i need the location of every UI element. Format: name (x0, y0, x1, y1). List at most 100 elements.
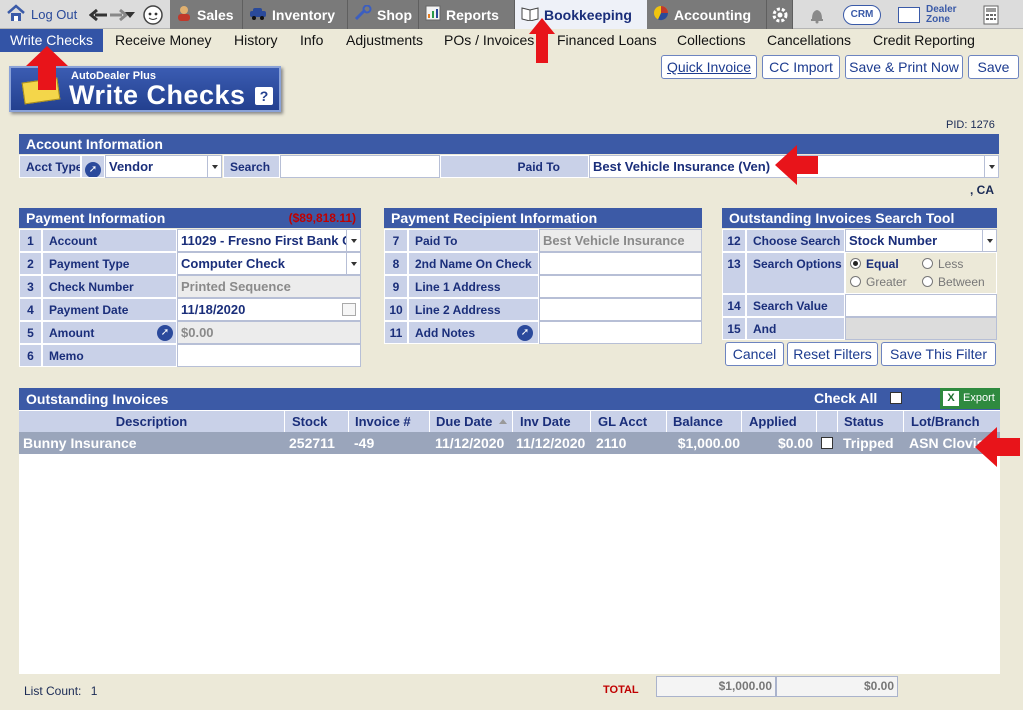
tab-sales[interactable]: Sales (170, 0, 243, 29)
calculator-icon[interactable] (983, 0, 1005, 29)
subnav-info[interactable]: Info (300, 29, 323, 52)
total-label: TOTAL (603, 684, 639, 696)
row-number: 9 (384, 275, 408, 298)
vendor-location: , CA (970, 183, 994, 197)
logout-link[interactable]: Log Out (0, 0, 88, 29)
and-label: And (746, 317, 845, 340)
search-value-input[interactable] (845, 294, 997, 317)
memo-input[interactable] (177, 344, 361, 367)
account-label: Account (42, 229, 177, 252)
arrow-circle-icon[interactable]: ➚ (157, 325, 173, 341)
second-name-input[interactable] (539, 252, 702, 275)
cell-status: Tripped (843, 435, 894, 451)
cancel-button[interactable]: Cancel (725, 342, 784, 366)
acct-type-lookup[interactable]: ➚ (81, 155, 105, 178)
history-dropdown-icon[interactable] (125, 0, 137, 29)
cc-import-button[interactable]: CC Import (762, 55, 840, 79)
crm-cloud-icon: CRM (843, 4, 881, 25)
subnav-collections[interactable]: Collections (677, 29, 745, 52)
calendar-icon[interactable] (342, 303, 356, 316)
arrow-circle-icon: ➚ (85, 161, 101, 177)
row-number: 7 (384, 229, 408, 252)
export-button[interactable]: X Export (940, 388, 1000, 409)
col-description[interactable]: Description (19, 411, 285, 432)
row-number: 15 (722, 317, 746, 340)
arrow-circle-icon[interactable]: ➚ (517, 325, 533, 341)
option-less[interactable]: Less (922, 256, 963, 272)
subnav-adjustments[interactable]: Adjustments (346, 29, 423, 52)
tab-shop[interactable]: Shop (348, 0, 419, 29)
option-between[interactable]: Between (922, 274, 985, 290)
row-number: 5 (19, 321, 42, 344)
col-applied[interactable]: Applied (742, 411, 817, 432)
paid-to-label: Paid To (440, 155, 589, 178)
total-applied: $0.00 (776, 676, 898, 697)
option-equal[interactable]: Equal (850, 256, 899, 272)
top-nav-bar: Log Out Sales Inventory Shop Reports Boo… (0, 0, 1023, 29)
option-greater[interactable]: Greater (850, 274, 907, 290)
amount-field[interactable]: $0.00 (177, 321, 361, 344)
row-checkbox[interactable] (821, 437, 833, 449)
subnav-cancellations[interactable]: Cancellations (767, 29, 851, 52)
check-number-field[interactable]: Printed Sequence (177, 275, 361, 298)
sub-nav-bar: Write Checks Receive Money History Info … (0, 29, 1023, 52)
tab-reports[interactable]: Reports (419, 0, 515, 29)
save-print-now-button[interactable]: Save & Print Now (845, 55, 963, 79)
chevron-down-icon (346, 230, 360, 251)
address-line2-input[interactable] (539, 298, 702, 321)
sort-up-icon (499, 419, 507, 424)
red-annotation-arrow-up (529, 18, 555, 63)
search-options-group: Equal Less Greater Between (845, 252, 997, 294)
search-input[interactable] (280, 155, 440, 178)
row-number: 12 (722, 229, 746, 252)
row-number: 14 (722, 294, 746, 317)
subnav-receive-money[interactable]: Receive Money (115, 29, 212, 52)
col-status[interactable]: Status (838, 411, 904, 432)
account-select[interactable]: 11029 - Fresno First Bank C (177, 229, 361, 252)
radio-icon (850, 276, 861, 287)
payment-type-select[interactable]: Computer Check (177, 252, 361, 275)
subnav-history[interactable]: History (234, 29, 278, 52)
tab-inventory[interactable]: Inventory (243, 0, 348, 29)
row-number: 6 (19, 344, 42, 367)
row-number: 10 (384, 298, 408, 321)
cell-due-date: 11/12/2020 (435, 435, 505, 451)
list-count: List Count: 1 (24, 684, 98, 698)
dealer-zone-button[interactable]: Dealer Zone (898, 0, 970, 29)
col-gl-acct[interactable]: GL Acct (591, 411, 667, 432)
user-avatar-icon[interactable] (142, 0, 168, 29)
row-number: 8 (384, 252, 408, 275)
subnav-financed-loans[interactable]: Financed Loans (557, 29, 657, 52)
save-filter-button[interactable]: Save This Filter (881, 342, 996, 366)
reset-filters-button[interactable]: Reset Filters (787, 342, 878, 366)
acct-type-select[interactable]: Vendor (105, 155, 222, 178)
cell-applied: $0.00 (777, 435, 813, 451)
col-due-date[interactable]: Due Date (430, 411, 513, 432)
quick-invoice-button[interactable]: Quick Invoice (661, 55, 757, 79)
crm-button[interactable]: CRM (843, 0, 883, 29)
dealer-zone-icon (898, 6, 920, 23)
add-notes-input[interactable] (539, 321, 702, 344)
subnav-pos-invoices[interactable]: POs / Invoices (444, 29, 534, 52)
check-all-toggle[interactable]: Check All (814, 388, 903, 410)
page-title: Write Checks (69, 80, 246, 110)
col-stock[interactable]: Stock (285, 411, 349, 432)
help-icon[interactable]: ? (255, 87, 273, 105)
add-notes-label: Add Notes ➚ (408, 321, 539, 344)
pie-chart-icon (653, 5, 669, 24)
tab-accounting[interactable]: Accounting (647, 0, 767, 29)
bell-icon[interactable] (808, 0, 830, 29)
choose-search-select[interactable]: Stock Number (845, 229, 997, 252)
settings-gear-icon[interactable] (767, 0, 793, 29)
red-annotation-arrow-up (26, 46, 68, 90)
save-button[interactable]: Save (968, 55, 1019, 79)
subnav-credit-reporting[interactable]: Credit Reporting (873, 29, 975, 52)
check-all-checkbox[interactable] (890, 392, 903, 404)
address-line1-input[interactable] (539, 275, 702, 298)
payment-date-input[interactable]: 11/18/2020 (177, 298, 361, 321)
col-inv-date[interactable]: Inv Date (513, 411, 591, 432)
col-balance[interactable]: Balance (667, 411, 742, 432)
recipient-paid-to-field[interactable]: Best Vehicle Insurance (539, 229, 702, 252)
and-input[interactable] (845, 317, 997, 340)
col-invoice[interactable]: Invoice # (349, 411, 430, 432)
